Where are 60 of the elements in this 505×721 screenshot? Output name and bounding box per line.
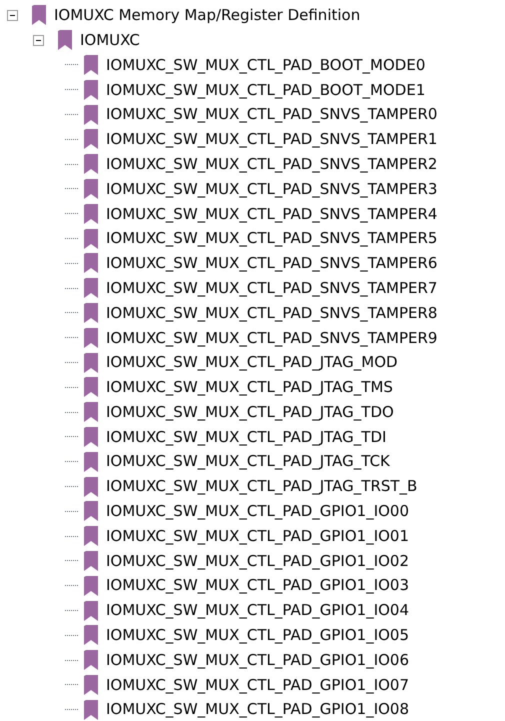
bookmark-icon (84, 426, 98, 447)
bookmark-label[interactable]: IOMUXC_SW_MUX_CTL_PAD_JTAG_TRST_B (106, 475, 418, 498)
bookmark-icon (84, 650, 98, 670)
bookmark-icon (84, 104, 98, 125)
bookmark-icon (84, 328, 98, 348)
bookmark-label[interactable]: IOMUXC_SW_MUX_CTL_PAD_JTAG_TDO (106, 400, 394, 424)
bookmark-icon (84, 476, 98, 497)
bookmark-label[interactable]: IOMUXC_SW_MUX_CTL_PAD_GPIO1_IO06 (106, 648, 410, 672)
bookmark-label[interactable]: IOMUXC_SW_MUX_CTL_PAD_SNVS_TAMPER7 (106, 276, 438, 300)
bookmark-icon (84, 302, 98, 323)
bookmark-label[interactable]: IOMUXC_SW_MUX_CTL_PAD_JTAG_MOD (106, 351, 398, 374)
bookmark-label[interactable]: IOMUXC_SW_MUX_CTL_PAD_JTAG_TMS (106, 376, 393, 399)
bookmark-label[interactable]: IOMUXC_SW_MUX_CTL_PAD_SNVS_TAMPER2 (106, 152, 438, 176)
bookmark-icon (84, 600, 98, 621)
bookmark-label[interactable]: IOMUXC_SW_MUX_CTL_PAD_GPIO1_IO02 (106, 550, 410, 572)
bookmark-icon (84, 80, 98, 100)
bookmark-label[interactable]: IOMUXC_SW_MUX_CTL_PAD_JTAG_TDI (106, 426, 386, 448)
bookmark-icon (84, 402, 98, 422)
bookmark-label[interactable]: IOMUXC_SW_MUX_CTL_PAD_SNVS_TAMPER0 (106, 103, 438, 126)
bookmark-label[interactable]: IOMUXC_SW_MUX_CTL_PAD_GPIO1_IO03 (106, 574, 410, 597)
bookmark-icon (84, 501, 98, 522)
bookmark-icon (84, 204, 98, 224)
bookmark-icon (84, 54, 98, 75)
bookmark-label[interactable]: IOMUXC_SW_MUX_CTL_PAD_BOOT_MODE1 (106, 78, 426, 102)
bookmark-label[interactable]: IOMUXC_SW_MUX_CTL_PAD_GPIO1_IO08 (106, 698, 410, 721)
bookmark-icon (32, 5, 46, 26)
bookmark-label[interactable]: IOMUXC_SW_MUX_CTL_PAD_GPIO1_IO07 (106, 674, 410, 696)
bookmark-label[interactable]: IOMUXC_SW_MUX_CTL_PAD_SNVS_TAMPER3 (106, 178, 438, 200)
bookmark-icon (84, 253, 98, 274)
bookmark-label[interactable]: IOMUXC_SW_MUX_CTL_PAD_JTAG_TCK (106, 450, 390, 473)
bookmark-label[interactable]: IOMUXC_SW_MUX_CTL_PAD_SNVS_TAMPER6 (106, 252, 438, 275)
bookmark-icon (84, 625, 98, 646)
bookmark-label[interactable]: IOMUXC_SW_MUX_CTL_PAD_SNVS_TAMPER5 (106, 227, 438, 250)
bookmark-icon (84, 576, 98, 596)
bookmark-label[interactable]: IOMUXC_SW_MUX_CTL_PAD_GPIO1_IO05 (106, 624, 410, 647)
bookmark-label[interactable]: IOMUXC_SW_MUX_CTL_PAD_SNVS_TAMPER4 (106, 202, 438, 226)
bookmark-icon (84, 154, 98, 174)
bookmark-label[interactable]: IOMUXC (80, 28, 140, 52)
bookmark-icon (84, 178, 98, 199)
bookmark-label[interactable]: IOMUXC Memory Map/Register Definition (54, 4, 360, 27)
bookmark-label[interactable]: IOMUXC_SW_MUX_CTL_PAD_SNVS_TAMPER9 (106, 326, 438, 349)
bookmark-icon (84, 352, 98, 373)
bookmark-label[interactable]: IOMUXC_SW_MUX_CTL_PAD_BOOT_MODE0 (106, 54, 426, 76)
bookmark-icon (84, 377, 98, 398)
bookmark-icon (84, 228, 98, 249)
bookmark-icon (84, 526, 98, 546)
bookmark-label[interactable]: IOMUXC_SW_MUX_CTL_PAD_GPIO1_IO01 (106, 524, 410, 548)
bookmark-icon (84, 700, 98, 720)
bookmark-label[interactable]: IOMUXC_SW_MUX_CTL_PAD_GPIO1_IO04 (106, 599, 410, 622)
bookmark-label[interactable]: IOMUXC_SW_MUX_CTL_PAD_SNVS_TAMPER8 (106, 302, 438, 324)
bookmark-icon (84, 278, 98, 298)
bookmark-icon (58, 30, 72, 50)
bookmark-icon (84, 674, 98, 695)
bookmark-icon (84, 550, 98, 571)
collapse-icon[interactable] (7, 10, 18, 21)
bookmark-icon (84, 129, 98, 150)
collapse-icon[interactable] (33, 34, 44, 46)
bookmark-icon (84, 452, 98, 472)
bookmark-label[interactable]: IOMUXC_SW_MUX_CTL_PAD_SNVS_TAMPER1 (106, 128, 438, 151)
bookmark-label[interactable]: IOMUXC_SW_MUX_CTL_PAD_GPIO1_IO00 (106, 500, 410, 523)
